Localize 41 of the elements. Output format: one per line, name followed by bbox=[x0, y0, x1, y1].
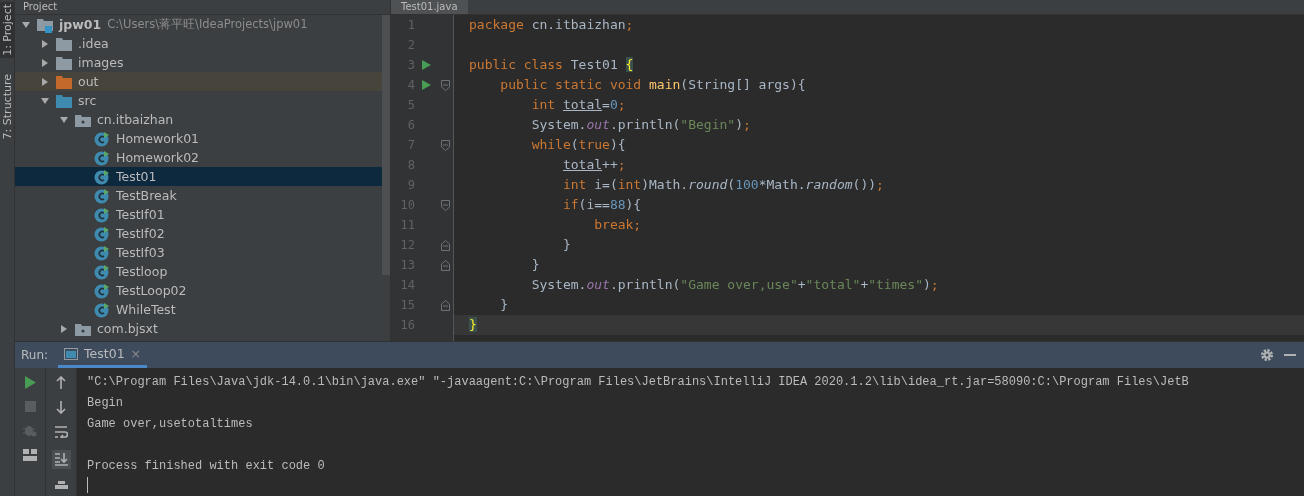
tree-item[interactable]: Testloop bbox=[15, 262, 382, 281]
code-line: break; bbox=[593, 216, 643, 234]
tree-item[interactable]: src bbox=[15, 91, 382, 110]
tree-item[interactable]: TestIf01 bbox=[15, 205, 382, 224]
code-line: public static void main(String[] args){ bbox=[499, 76, 807, 94]
code-line: public class Test01 { bbox=[468, 56, 635, 74]
run-label: Run: bbox=[21, 348, 49, 362]
tree-item[interactable]: .idea bbox=[15, 34, 382, 53]
code-line: System.out.println("Game over,use"+"total"+"times"); bbox=[530, 276, 940, 294]
project-path: C:\Users\蒋平旺\IdeaProjects\jpw01 bbox=[107, 17, 308, 32]
tree-item[interactable]: com.bjsxt bbox=[15, 319, 382, 338]
tree-item[interactable]: images bbox=[15, 53, 382, 72]
code-line: int total=0; bbox=[530, 96, 627, 114]
tree-item[interactable]: jpw01 C:\Users\蒋平旺\IdeaProjects\jpw01 bbox=[15, 15, 382, 34]
tool-window-tab[interactable]: 7: Structure bbox=[0, 71, 14, 142]
code-line: int i=(int)Math.round(100*Math.random()); bbox=[561, 176, 885, 194]
tree-item[interactable]: Test01 bbox=[15, 167, 382, 186]
code-line: } bbox=[499, 296, 510, 314]
code-line: System.out.println("Begin"); bbox=[530, 116, 752, 134]
editor-tab[interactable]: Test01.java bbox=[391, 0, 468, 14]
code-line: while(true){ bbox=[530, 136, 627, 154]
console-line: Process finished with exit code 0 bbox=[87, 458, 326, 475]
code-line: total++; bbox=[561, 156, 627, 174]
tool-window-tab[interactable]: 1: Project bbox=[0, 2, 14, 58]
tree-item[interactable]: Homework01 bbox=[15, 129, 382, 148]
code-line: } bbox=[561, 236, 572, 254]
console-line: Game over,usetotaltimes bbox=[87, 416, 254, 433]
tree-item[interactable]: WhileTest bbox=[15, 300, 382, 319]
code-line: package cn.itbaizhan; bbox=[468, 16, 635, 34]
console-line: Begin bbox=[87, 395, 124, 412]
code-line: } bbox=[530, 256, 541, 274]
tree-item[interactable]: cn.itbaizhan bbox=[15, 110, 382, 129]
console-line: "C:\Program Files\Java\jdk-14.0.1\bin\java.exe" "-javaagent:C:\Program Files\JetBrains\IntelliJ IDEA 2020.1.2\lib\idea_rt.jar=58090:C:\Program Files\JetB bbox=[87, 374, 1190, 391]
tree-item[interactable]: TestBreak bbox=[15, 186, 382, 205]
tree-item[interactable]: out bbox=[15, 72, 382, 91]
tree-item[interactable]: TestIf02 bbox=[15, 224, 382, 243]
tree-item[interactable]: TestIf03 bbox=[15, 243, 382, 262]
tree-item[interactable]: TestLoop02 bbox=[15, 281, 382, 300]
tree-item[interactable]: Homework02 bbox=[15, 148, 382, 167]
code-line: if(i==88){ bbox=[561, 196, 643, 214]
panel-title: Project bbox=[23, 1, 58, 13]
